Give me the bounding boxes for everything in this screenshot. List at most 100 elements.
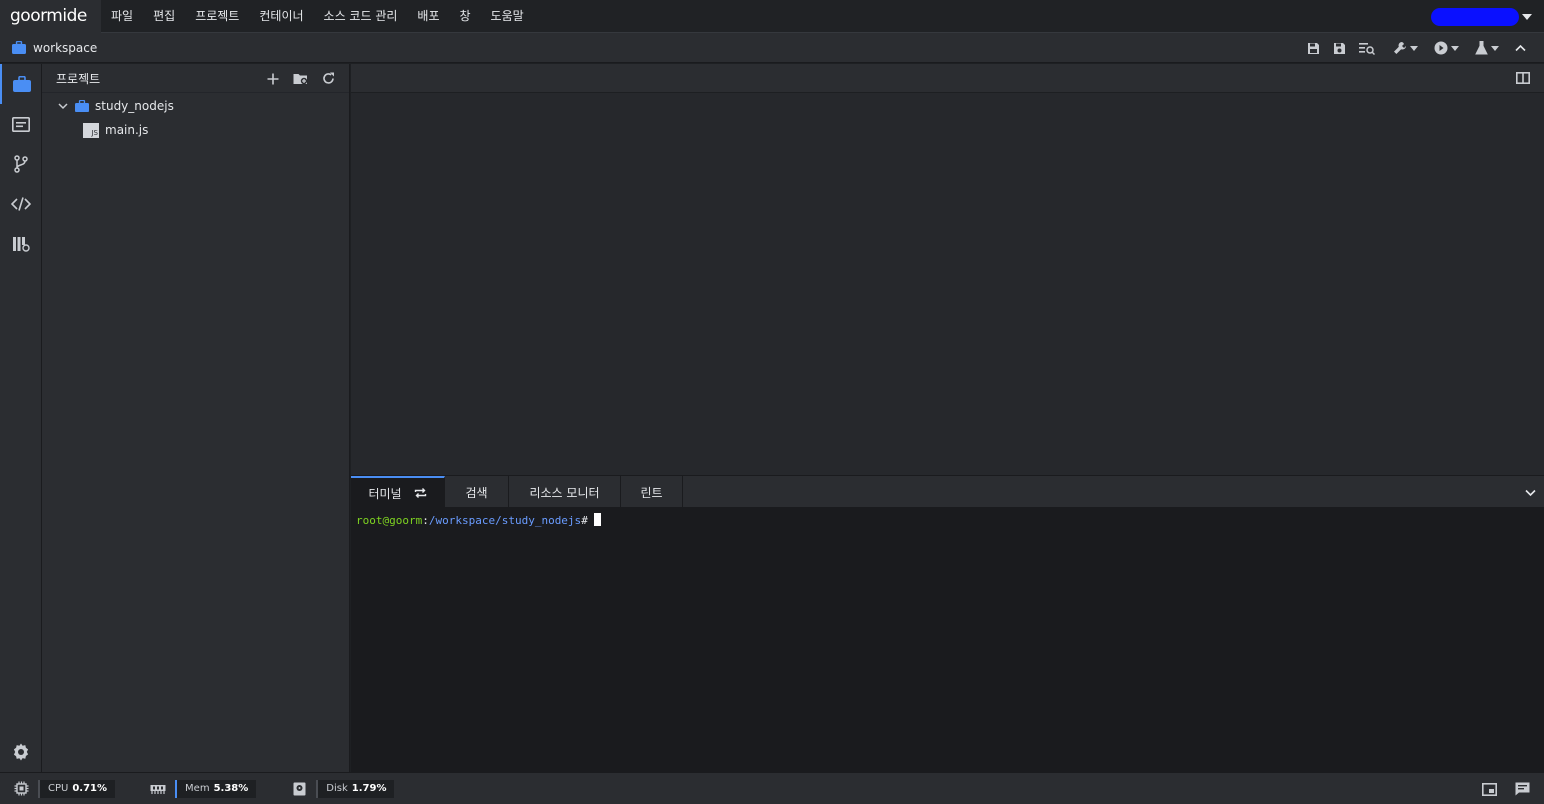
mem-label: Mem bbox=[185, 783, 210, 794]
user-menu[interactable] bbox=[1431, 8, 1532, 26]
menu-container[interactable]: 컨테이너 bbox=[249, 0, 313, 33]
save-all-icon bbox=[1334, 42, 1345, 54]
tab-lint[interactable]: 린트 bbox=[621, 476, 683, 508]
cpu-label: CPU bbox=[48, 783, 69, 794]
picture-in-picture-icon[interactable] bbox=[1482, 782, 1497, 796]
tab-label: 린트 bbox=[640, 485, 663, 500]
activity-project[interactable] bbox=[0, 64, 42, 104]
disk-stat[interactable] bbox=[282, 773, 316, 804]
activity-library[interactable] bbox=[0, 224, 42, 264]
project-panel: 프로젝트 study_nodejs JS main.js bbox=[42, 64, 350, 772]
briefcase-icon bbox=[13, 76, 31, 92]
menu-edit[interactable]: 편집 bbox=[143, 0, 185, 33]
gear-icon bbox=[13, 743, 29, 761]
tab-resource-monitor[interactable]: 리소스 모니터 bbox=[509, 476, 621, 508]
main-menu: 파일 편집 프로젝트 컨테이너 소스 코드 관리 배포 창 도움말 bbox=[101, 0, 534, 33]
terminal-cursor bbox=[593, 513, 601, 526]
memory-stat[interactable] bbox=[141, 773, 175, 804]
status-right-actions bbox=[1482, 773, 1530, 804]
menu-project[interactable]: 프로젝트 bbox=[185, 0, 249, 33]
code-icon bbox=[11, 197, 31, 211]
bottom-panel-tabs: 터미널 검색 리소스 모니터 린트 bbox=[351, 475, 1544, 508]
terminal-path: /workspace/study_nodejs bbox=[428, 514, 582, 527]
breadcrumb-label: workspace bbox=[33, 40, 98, 55]
split-view-icon bbox=[1516, 72, 1530, 84]
terminal-user: root@goorm bbox=[356, 514, 423, 527]
git-branch-icon bbox=[14, 155, 28, 173]
tree-item-label: main.js bbox=[105, 123, 149, 137]
activity-git[interactable] bbox=[0, 144, 42, 184]
split-editor-button[interactable] bbox=[1516, 72, 1530, 87]
tab-label: 검색 bbox=[465, 485, 488, 500]
menu-help[interactable]: 도움말 bbox=[481, 0, 534, 33]
editor-tab-bar bbox=[351, 64, 1544, 93]
chevron-up-icon bbox=[1515, 44, 1526, 52]
app-logo[interactable]: goormide bbox=[0, 0, 101, 33]
find-in-files-icon bbox=[1359, 42, 1375, 55]
settings-button[interactable] bbox=[0, 734, 42, 770]
tree-file-main-js[interactable]: JS main.js bbox=[42, 118, 349, 142]
wrench-icon bbox=[1394, 42, 1406, 54]
disk-icon bbox=[293, 782, 306, 795]
save-button[interactable] bbox=[1301, 33, 1326, 63]
activity-bar bbox=[0, 64, 42, 772]
chevron-down-icon bbox=[1525, 489, 1536, 497]
tab-search[interactable]: 검색 bbox=[445, 476, 509, 508]
chevron-down-icon bbox=[1410, 45, 1418, 51]
breadcrumb[interactable]: workspace bbox=[0, 41, 97, 55]
collapse-panel-button[interactable] bbox=[1525, 486, 1536, 500]
menu-window[interactable]: 창 bbox=[450, 0, 481, 33]
save-all-button[interactable] bbox=[1326, 33, 1353, 63]
tab-label: 리소스 모니터 bbox=[529, 485, 600, 500]
memory-usage: Mem 5.38% bbox=[177, 779, 257, 798]
menu-file[interactable]: 파일 bbox=[101, 0, 143, 33]
cpu-value: 0.71% bbox=[72, 783, 108, 794]
menu-scm[interactable]: 소스 코드 관리 bbox=[314, 0, 408, 33]
project-panel-title: 프로젝트 bbox=[56, 71, 101, 86]
run-button[interactable] bbox=[1428, 33, 1465, 63]
project-header: 프로젝트 bbox=[42, 64, 349, 93]
chevron-down-icon bbox=[58, 102, 68, 109]
repeat-icon[interactable] bbox=[414, 487, 427, 499]
folder-icon bbox=[75, 100, 89, 112]
menubar: goormide 파일 편집 프로젝트 컨테이너 소스 코드 관리 배포 창 도… bbox=[0, 0, 1544, 33]
chevron-down-icon bbox=[1451, 45, 1459, 51]
save-icon bbox=[1308, 42, 1319, 54]
refresh-icon[interactable] bbox=[322, 72, 335, 85]
menu-deploy[interactable]: 배포 bbox=[407, 0, 449, 33]
new-folder-icon[interactable] bbox=[293, 72, 308, 85]
js-file-icon: JS bbox=[83, 122, 99, 138]
tree-item-label: study_nodejs bbox=[95, 99, 174, 113]
activity-code[interactable] bbox=[0, 184, 42, 224]
disk-label: Disk bbox=[326, 783, 348, 794]
flask-icon bbox=[1475, 41, 1488, 55]
editor-area[interactable] bbox=[351, 64, 1544, 475]
cpu-stat[interactable] bbox=[4, 773, 38, 804]
document-list-icon bbox=[12, 116, 30, 132]
terminal-colon: : bbox=[422, 514, 429, 527]
cpu-usage: CPU 0.71% bbox=[40, 779, 116, 798]
collapse-toolbar-button[interactable] bbox=[1509, 33, 1532, 63]
project-actions bbox=[267, 64, 335, 93]
test-button[interactable] bbox=[1469, 33, 1505, 63]
toolbar-actions bbox=[1301, 33, 1532, 63]
tree-folder-study-nodejs[interactable]: study_nodejs bbox=[42, 94, 349, 118]
activity-outline[interactable] bbox=[0, 104, 42, 144]
toolbar: workspace bbox=[0, 33, 1544, 63]
disk-usage: Disk 1.79% bbox=[318, 779, 395, 798]
add-file-icon[interactable] bbox=[267, 73, 279, 85]
cpu-chip-icon bbox=[14, 781, 28, 796]
disk-value: 1.79% bbox=[351, 783, 387, 794]
mem-value: 5.38% bbox=[213, 783, 249, 794]
status-bar: CPU 0.71% Mem 5.38% Disk 1.79% bbox=[0, 772, 1544, 804]
find-button[interactable] bbox=[1353, 33, 1381, 63]
tab-label: 터미널 bbox=[368, 486, 402, 501]
file-type-badge: JS bbox=[91, 128, 98, 137]
chevron-down-icon bbox=[1491, 45, 1499, 51]
build-tools-button[interactable] bbox=[1387, 33, 1424, 63]
chevron-down-icon bbox=[1522, 14, 1532, 20]
terminal-prompt: # bbox=[581, 514, 588, 527]
terminal[interactable]: root@goorm:/workspace/study_nodejs# bbox=[351, 507, 1544, 772]
chat-icon[interactable] bbox=[1515, 782, 1530, 796]
tab-terminal[interactable]: 터미널 bbox=[351, 476, 445, 508]
